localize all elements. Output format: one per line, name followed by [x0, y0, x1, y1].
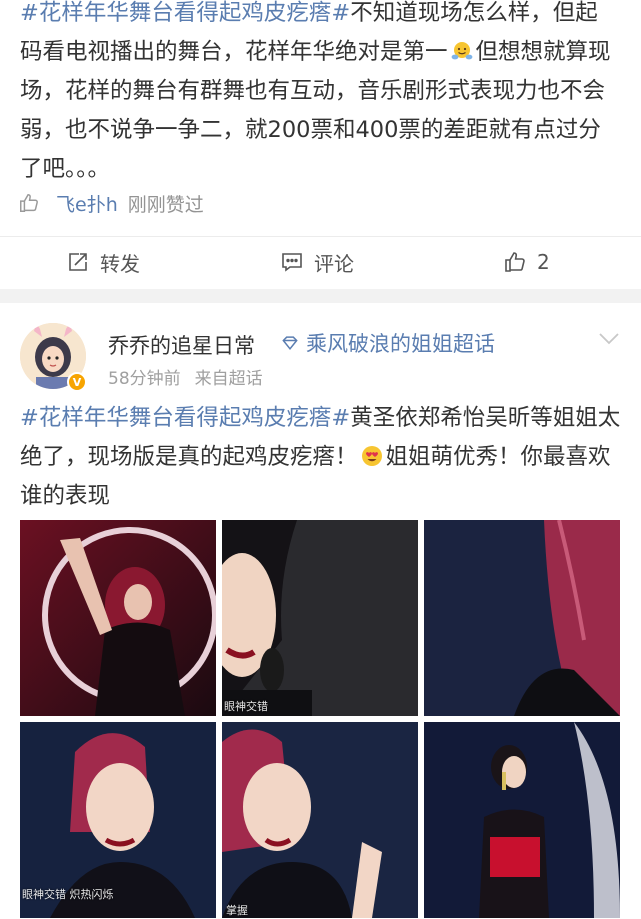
repost-label: 转发 — [100, 251, 140, 276]
post-image-5[interactable]: 掌握 — [222, 722, 418, 918]
post-2-text: #花样年华舞台看得起鸡皮疙瘩#黄圣依郑希怡吴昕等姐姐太绝了，现场版是真的起鸡皮疙… — [20, 399, 630, 516]
comment-label: 评论 — [314, 251, 354, 276]
post-2: V 乔乔的追星日常 乘风破浪的姐姐超话 58分钟前 来自超话 #花样年华舞台看得起… — [0, 303, 641, 919]
comment-icon — [282, 253, 302, 272]
feed-separator — [0, 289, 641, 303]
like-button[interactable]: 2 — [503, 248, 550, 276]
liked-by-row: 飞e扑h 刚刚赞过 — [18, 189, 204, 217]
post-image-6[interactable] — [424, 722, 620, 918]
post-1-text: #花样年华舞台看得起鸡皮疙瘩#不知道现场怎么样，但起码看电视播出的舞台，花样年华… — [20, 0, 620, 189]
diamond-icon — [282, 336, 298, 351]
post-image-4[interactable]: 眼神交错 炽热闪烁 — [20, 722, 216, 918]
post-image-3[interactable] — [424, 520, 620, 716]
like-count: 2 — [537, 250, 550, 274]
heart-eyes-emoji-icon — [361, 446, 382, 466]
post-1-action-bar: 转发 评论 2 — [0, 238, 641, 288]
chevron-down-icon[interactable] — [597, 331, 621, 347]
post-image-1[interactable] — [20, 520, 216, 716]
hug-emoji-icon — [451, 42, 472, 60]
post-2-meta: 58分钟前 来自超话 — [108, 364, 263, 389]
topic-label: 乘风破浪的姐姐超话 — [306, 332, 495, 356]
post-image-2[interactable]: 眼神交错 — [222, 520, 418, 716]
image-2-watermark: 眼神交错 — [224, 700, 268, 713]
post-1-hashtag[interactable]: #花样年华舞台看得起鸡皮疙瘩# — [20, 0, 350, 26]
avatar[interactable]: V — [20, 323, 87, 392]
post-source: 来自超话 — [194, 369, 263, 389]
like-icon — [505, 252, 525, 272]
post-2-hashtag[interactable]: #花样年华舞台看得起鸡皮疙瘩# — [20, 405, 350, 431]
repost-icon — [69, 253, 87, 271]
post-time: 58分钟前 — [108, 369, 181, 389]
verified-badge: V — [67, 372, 87, 392]
liked-status: 刚刚赞过 — [127, 193, 204, 216]
repost-button[interactable]: 转发 — [66, 248, 140, 276]
liked-username[interactable]: 飞e扑h — [56, 190, 118, 217]
image-4-watermark: 眼神交错 炽热闪烁 — [22, 888, 114, 901]
thumbs-up-icon — [20, 194, 38, 212]
topic-link[interactable]: 乘风破浪的姐姐超话 — [280, 328, 495, 358]
image-5-watermark: 掌握 — [226, 904, 248, 917]
post-2-username[interactable]: 乔乔的追星日常 — [108, 330, 255, 360]
comment-button[interactable]: 评论 — [280, 248, 354, 276]
divider — [0, 236, 641, 237]
